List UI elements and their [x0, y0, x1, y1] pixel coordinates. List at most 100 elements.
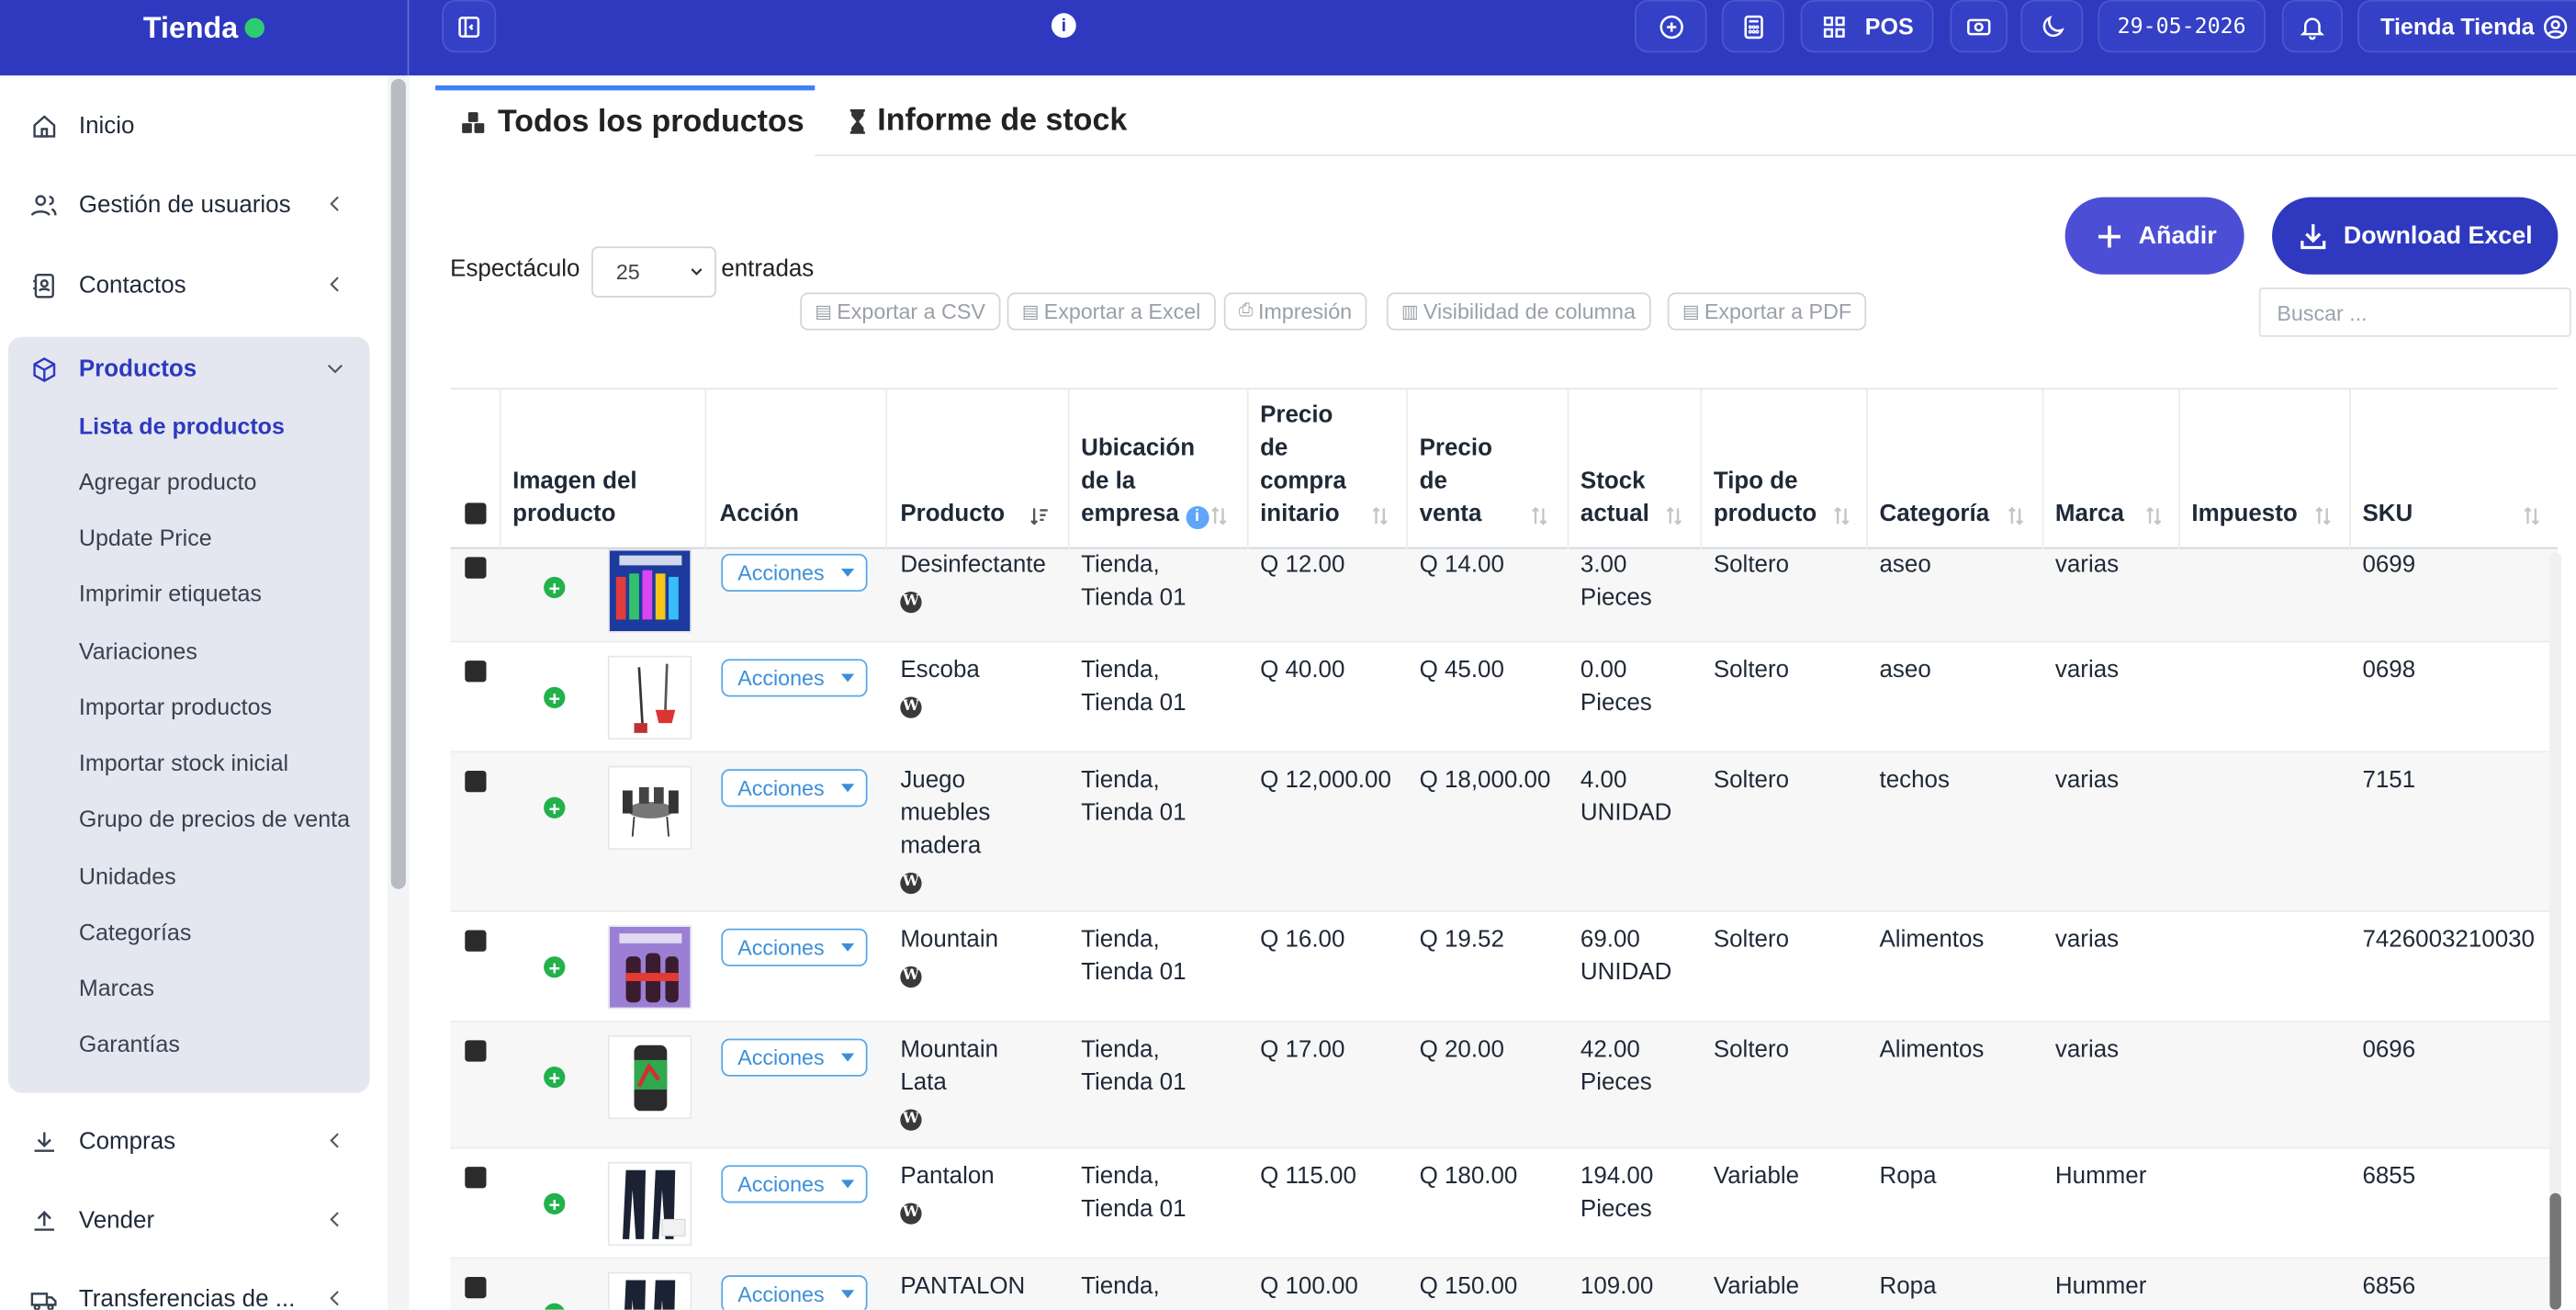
sidebar-item-purchases[interactable]: Compras — [8, 1110, 370, 1176]
row-checkbox[interactable] — [465, 557, 487, 579]
row-checkbox[interactable] — [465, 661, 487, 683]
cell-brand: varias — [2054, 767, 2120, 795]
sidebar-item-inicio[interactable]: Inicio — [8, 94, 370, 160]
table-row: + Acciones Mountain Lata W Tienda, Tienda… — [450, 1022, 2559, 1149]
sidebar-toggle-icon — [458, 16, 480, 38]
expand-row-icon[interactable]: + — [544, 1066, 566, 1089]
submenu-warranties[interactable]: Garantías — [79, 1031, 180, 1057]
user-menu-button[interactable]: Tienda Tienda — [2357, 0, 2576, 53]
row-checkbox[interactable] — [465, 770, 487, 793]
row-checkbox[interactable] — [465, 930, 487, 952]
expand-row-icon[interactable]: + — [544, 1192, 566, 1214]
sort-icon[interactable] — [2004, 504, 2027, 527]
header-type[interactable]: Tipo de producto — [1714, 465, 1832, 531]
header-tax[interactable]: Impuesto — [2191, 498, 2297, 531]
cash-button[interactable] — [1950, 0, 2008, 53]
header-product[interactable]: Producto — [900, 498, 1005, 531]
entries-per-page-select[interactable]: 25 — [591, 246, 716, 298]
header-stock[interactable]: Stock actual — [1580, 465, 1662, 531]
sidebar-scrollbar-thumb[interactable] — [390, 78, 406, 889]
actions-dropdown-button[interactable]: Acciones — [721, 928, 868, 966]
submenu-selling-price-group[interactable]: Grupo de precios de venta — [79, 806, 350, 832]
expand-row-icon[interactable]: + — [544, 576, 566, 599]
export-pdf-button[interactable]: ▤ Exportar a PDF — [1667, 292, 1867, 331]
submenu-brands[interactable]: Marcas — [79, 975, 154, 1001]
cell-category: Alimentos — [1879, 1036, 1985, 1064]
row-checkbox[interactable] — [465, 1276, 487, 1299]
export-csv-button[interactable]: ▤ Exportar a CSV — [800, 292, 1000, 331]
sort-icon[interactable] — [1662, 504, 1685, 527]
cell-cost: Q 12.00 — [1260, 552, 1345, 579]
print-label: Impresión — [1257, 299, 1353, 324]
cell-location: Tienda, Tienda 01 — [1081, 657, 1187, 717]
submenu-update-price[interactable]: Update Price — [79, 525, 212, 551]
submenu-variations[interactable]: Variaciones — [79, 638, 197, 664]
sort-icon[interactable] — [1830, 504, 1853, 527]
header-brand[interactable]: Marca — [2055, 498, 2124, 531]
download-excel-button[interactable]: Download Excel — [2272, 197, 2559, 275]
sort-icon[interactable] — [2143, 504, 2165, 527]
header-category[interactable]: Categoría — [1880, 498, 1990, 531]
add-circle-button[interactable] — [1634, 0, 1707, 53]
sort-icon[interactable] — [1208, 504, 1231, 527]
product-thumbnail — [607, 548, 692, 633]
sidebar-scrollbar[interactable] — [388, 75, 410, 1310]
chevron-left-icon — [330, 1291, 339, 1306]
actions-dropdown-button[interactable]: Acciones — [721, 659, 868, 697]
row-checkbox[interactable] — [465, 1040, 487, 1062]
submenu-product-list[interactable]: Lista de productos — [79, 412, 285, 439]
submenu-add-product[interactable]: Agregar producto — [79, 469, 257, 495]
header-location[interactable]: Ubicación de la empresa i — [1081, 432, 1209, 530]
tab-all-products[interactable]: Todos los productos — [435, 85, 816, 156]
sort-icon[interactable] — [1528, 504, 1551, 527]
header-sku[interactable]: SKU — [2362, 498, 2413, 531]
dark-mode-button[interactable] — [2020, 0, 2084, 53]
column-visibility-button[interactable]: ▥ Visibilidad de columna — [1386, 292, 1651, 331]
sort-asc-icon[interactable] — [1029, 504, 1052, 527]
actions-dropdown-button[interactable]: Acciones — [721, 553, 868, 593]
info-icon[interactable]: i — [1051, 13, 1076, 39]
search-input[interactable]: Buscar ... — [2258, 288, 2571, 337]
expand-row-icon[interactable]: + — [544, 686, 566, 709]
row-checkbox[interactable] — [465, 1167, 487, 1189]
actions-dropdown-button[interactable]: Acciones — [721, 1275, 868, 1310]
table-scrollbar-thumb[interactable] — [2549, 1192, 2561, 1310]
sidebar-item-products[interactable]: Productos — [8, 337, 370, 403]
table-row: + Acciones Desinfectante W Tienda, Tienda… — [450, 548, 2559, 643]
tab-stock-report[interactable]: Informe de stock — [843, 85, 1127, 156]
print-button[interactable]: ⎙ Impresión — [1223, 292, 1367, 331]
info-icon[interactable]: i — [1186, 505, 1209, 530]
actions-dropdown-button[interactable]: Acciones — [721, 1038, 868, 1077]
sidebar-toggle-button[interactable] — [442, 0, 497, 53]
expand-row-icon[interactable]: + — [544, 956, 566, 978]
actions-dropdown-button[interactable]: Acciones — [721, 769, 868, 807]
sort-icon[interactable] — [2312, 504, 2334, 527]
table-scrollbar[interactable] — [2547, 552, 2565, 1310]
export-excel-button[interactable]: ▤ Exportar a Excel — [1007, 292, 1216, 331]
select-all-checkbox[interactable] — [465, 503, 487, 525]
sort-icon[interactable] — [1368, 504, 1391, 527]
calculator-button[interactable] — [1721, 0, 1784, 53]
pos-button[interactable]: POS — [1800, 0, 1934, 53]
submenu-import-products[interactable]: Importar productos — [79, 694, 272, 720]
sidebar-item-user-management[interactable]: Gestión de usuarios — [8, 173, 370, 239]
plus-circle-icon — [1659, 14, 1682, 39]
date-display[interactable]: 29-05-2026 — [2098, 0, 2266, 53]
expand-row-icon[interactable]: + — [544, 1303, 566, 1310]
cell-type: Variable — [1713, 1273, 1800, 1301]
sidebar-item-sell[interactable]: Vender — [8, 1188, 370, 1254]
add-product-button[interactable]: Añadir — [2064, 197, 2244, 275]
sort-icon[interactable] — [2520, 504, 2543, 527]
expand-row-icon[interactable]: + — [544, 796, 566, 819]
submenu-units[interactable]: Unidades — [79, 863, 176, 889]
submenu-import-opening-stock[interactable]: Importar stock inicial — [79, 750, 288, 776]
sidebar-item-transfers[interactable]: Transferencias de ... — [8, 1267, 370, 1310]
notifications-button[interactable] — [2281, 0, 2343, 53]
actions-dropdown-button[interactable]: Acciones — [721, 1165, 868, 1203]
header-price[interactable]: Precio de venta — [1420, 432, 1510, 530]
submenu-categories[interactable]: Categorías — [79, 919, 192, 945]
submenu-print-labels[interactable]: Imprimir etiquetas — [79, 580, 262, 606]
brand[interactable]: Tienda — [0, 0, 408, 75]
header-cost[interactable]: Precio de compra initario — [1260, 400, 1362, 531]
sidebar-item-contacts[interactable]: Contactos — [8, 253, 370, 319]
